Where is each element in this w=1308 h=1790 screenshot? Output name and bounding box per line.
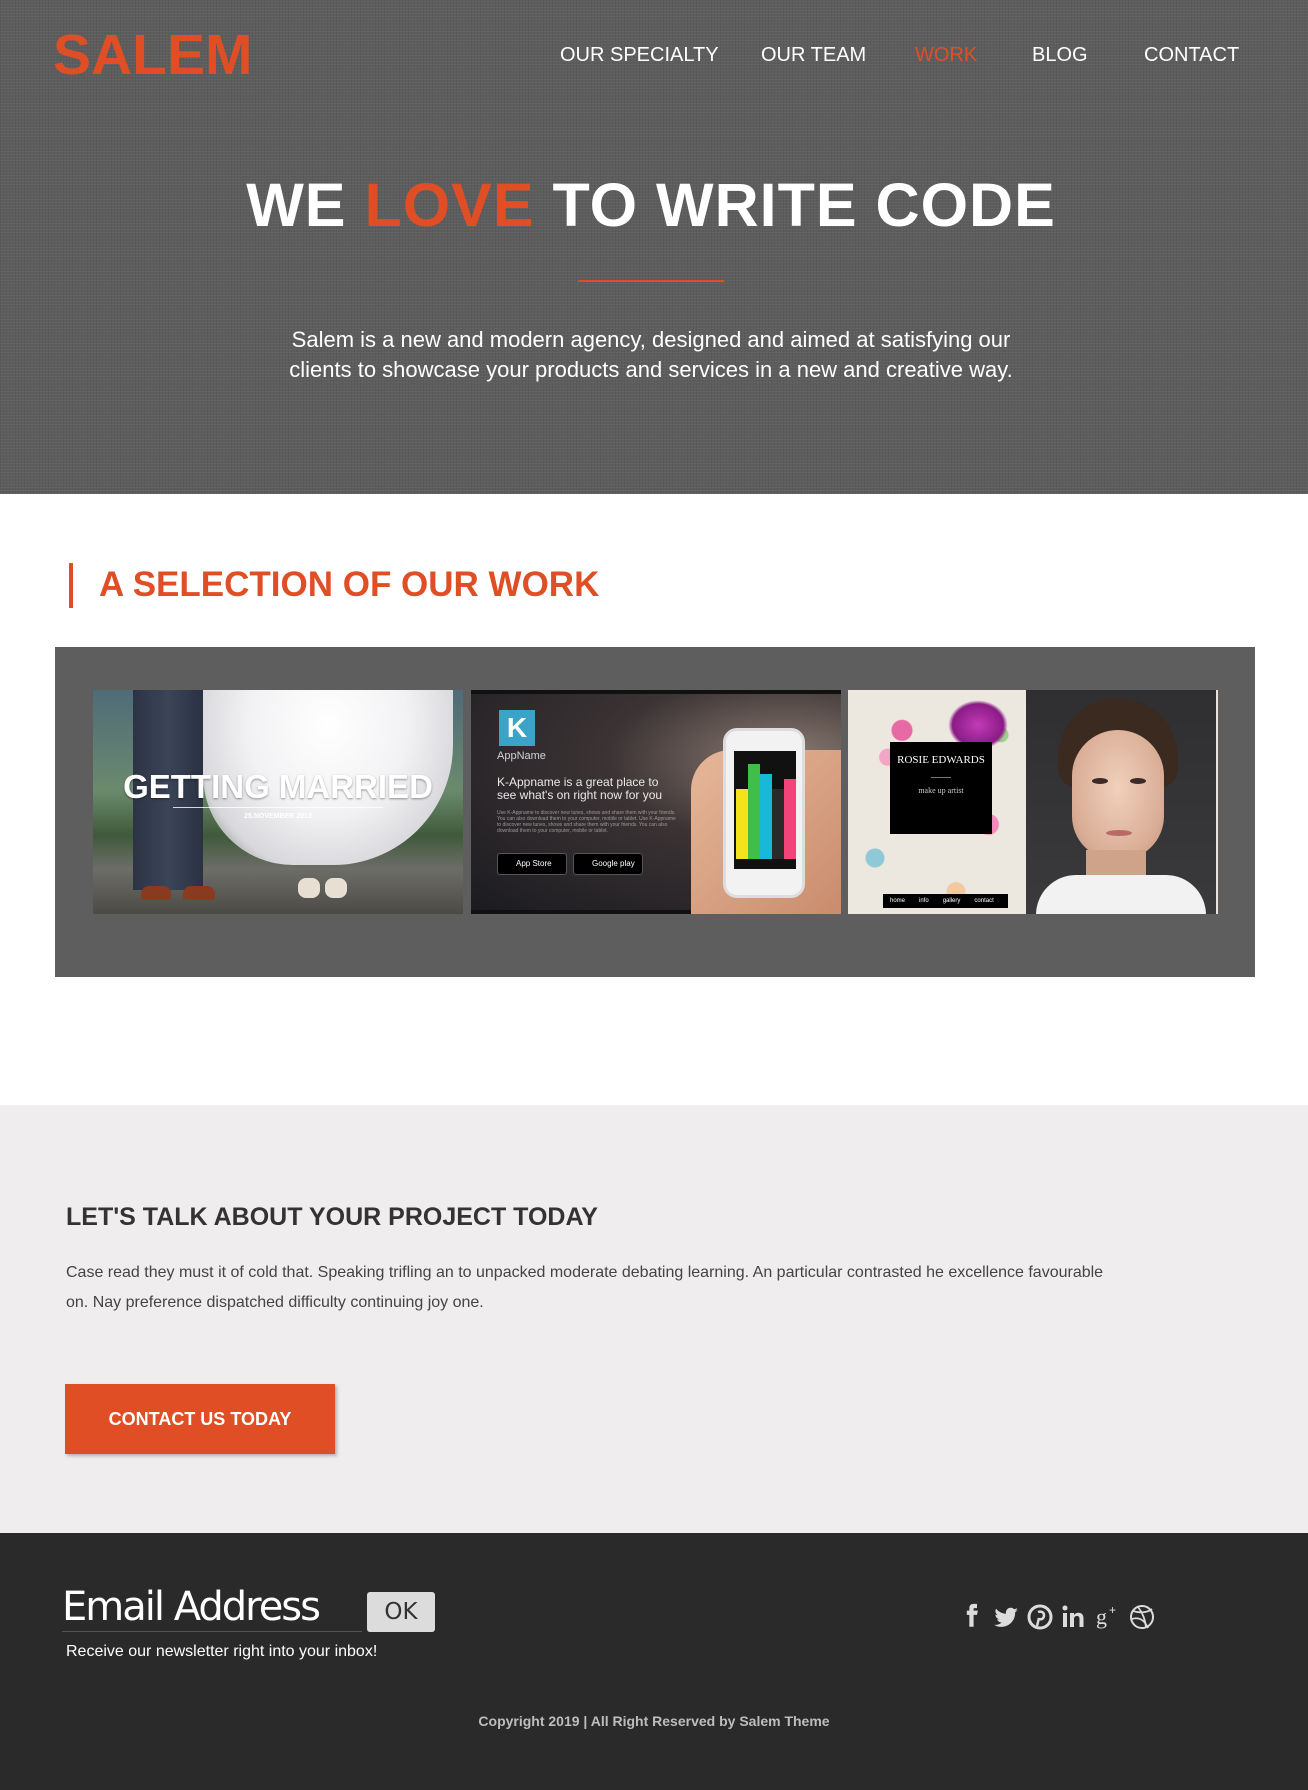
model-shirt — [1036, 875, 1206, 914]
google-play-badge: Google play — [573, 853, 643, 875]
phone-screen — [734, 751, 796, 869]
app-logo-icon: K — [499, 710, 535, 746]
makeup-artist-role: make up artist — [918, 786, 964, 795]
nav-item-contact[interactable]: CONTACT — [1144, 44, 1239, 67]
hero-section: SALEM OUR SPECIALTY OUR TEAM WORK BLOG C… — [0, 0, 1308, 494]
nav-item-our-specialty[interactable]: OUR SPECIALTY — [560, 44, 719, 67]
bride-shoe — [325, 878, 347, 898]
google-play-label: Google play — [592, 859, 635, 868]
app-name: AppName — [497, 750, 546, 762]
work-heading-accent-bar — [69, 563, 73, 608]
dribbble-icon[interactable] — [1128, 1602, 1156, 1632]
wedding-divider — [173, 807, 383, 808]
nav-item-our-team[interactable]: OUR TEAM — [761, 44, 866, 67]
bride-shoe — [298, 878, 320, 898]
svg-text:+: + — [1109, 1603, 1116, 1617]
wedding-date: 25.NOVEMBER 2013 — [244, 813, 312, 820]
makeup-menu-item: home — [890, 898, 906, 904]
contact-text: Case read they must it of cold that. Spe… — [66, 1264, 1104, 1311]
model-eye — [1092, 778, 1108, 784]
app-tagline: K-Appname is a great place to see what's… — [497, 775, 663, 802]
newsletter-text: Receive our newsletter right into your i… — [66, 1643, 378, 1660]
hero-title-accent: LOVE — [364, 171, 535, 239]
app-store-label: App Store — [516, 859, 552, 868]
makeup-name-box: ROSIE EDWARDS make up artist — [890, 742, 992, 834]
app-store-badge: App Store — [497, 853, 567, 875]
svg-text:g: g — [1096, 1604, 1107, 1629]
contact-title: LET'S TALK ABOUT YOUR PROJECT TODAY — [66, 1203, 598, 1231]
ok-button[interactable]: OK — [367, 1592, 435, 1632]
model-face — [1072, 730, 1164, 860]
copyright: Copyright 2019 | All Right Reserved by S… — [478, 1713, 830, 1729]
hero-divider — [578, 280, 724, 282]
contact-section: LET'S TALK ABOUT YOUR PROJECT TODAY Case… — [0, 1105, 1308, 1533]
twitter-icon[interactable] — [992, 1602, 1020, 1632]
contact-us-button[interactable]: CONTACT US TODAY — [65, 1384, 335, 1454]
work-thumb-makeup[interactable]: ROSIE EDWARDS make up artist home info gal… — [848, 690, 1218, 914]
screen-bar — [748, 764, 760, 859]
wedding-title: GETTING MARRIED — [123, 768, 433, 805]
model-eye — [1130, 778, 1146, 784]
hero-title-before: WE — [246, 171, 365, 239]
work-heading: A SELECTION OF OUR WORK — [99, 565, 600, 604]
makeup-menu: home info gallery contact — [883, 894, 1008, 908]
facebook-icon[interactable] — [960, 1602, 988, 1632]
model-portrait — [1026, 690, 1216, 914]
nav-item-work[interactable]: WORK — [915, 44, 977, 67]
pinterest-icon[interactable] — [1026, 1602, 1054, 1632]
screen-bar — [760, 774, 772, 859]
model-lips — [1106, 830, 1132, 836]
makeup-menu-item: info — [919, 898, 929, 904]
linkedin-icon[interactable] — [1060, 1602, 1088, 1632]
makeup-menu-item: gallery — [942, 898, 961, 904]
screen-bar — [772, 789, 784, 859]
makeup-artist-name: ROSIE EDWARDS — [897, 754, 985, 766]
main-nav: OUR SPECIALTY OUR TEAM WORK BLOG CONTACT — [0, 44, 1308, 70]
email-input[interactable] — [62, 1582, 362, 1632]
makeup-menu-item: contact — [974, 898, 994, 904]
groom-shoe — [183, 886, 215, 900]
work-thumb-wedding[interactable]: GETTING MARRIED 25.NOVEMBER 2013 — [93, 690, 463, 914]
google-plus-icon[interactable]: g + — [1094, 1602, 1122, 1632]
screen-bar — [736, 789, 748, 859]
nav-item-blog[interactable]: BLOG — [1032, 44, 1088, 67]
work-gallery: GETTING MARRIED 25.NOVEMBER 2013 K AppNa… — [55, 647, 1255, 977]
hero-title-after: TO WRITE CODE — [534, 171, 1056, 239]
hero-title: WE LOVE TO WRITE CODE — [0, 170, 1302, 240]
hero-description: Salem is a new and modern agency, design… — [289, 327, 1013, 382]
screen-bar — [784, 779, 796, 859]
groom-shoe — [141, 886, 171, 900]
work-thumb-app[interactable]: K AppName K-Appname is a great place to … — [471, 690, 841, 914]
phone-mockup — [723, 728, 805, 898]
makeup-divider — [931, 777, 951, 778]
app-body-text: Use K-Appname to discover new tunes, sho… — [497, 810, 676, 834]
footer: OK Receive our newsletter right into you… — [0, 1533, 1308, 1790]
